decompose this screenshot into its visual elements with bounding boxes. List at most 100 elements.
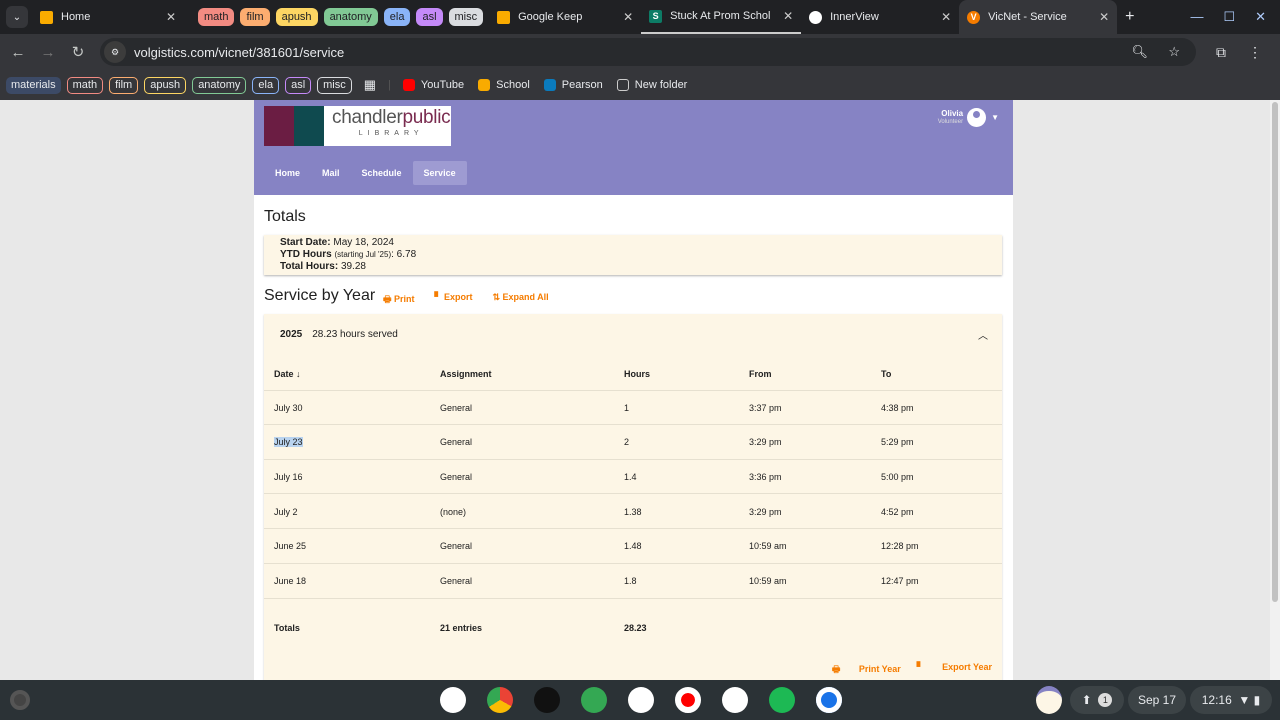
bookmark-star-icon[interactable]: ☆ (1168, 44, 1180, 60)
menu-icon[interactable]: ⋮ (1248, 44, 1262, 61)
new-tab-button[interactable]: + (1125, 8, 1134, 26)
cell: General (440, 437, 473, 448)
expand-all-link[interactable]: ⇅ Expand All (492, 292, 558, 308)
cell: 3:36 pm (749, 471, 782, 482)
page-thumbnail-icon[interactable] (1036, 686, 1062, 714)
cell[interactable]: Date ↓ (274, 369, 301, 379)
play-store-icon[interactable] (722, 687, 748, 713)
tab-search-button[interactable]: ⌄ (6, 6, 28, 28)
tab-group-asl[interactable]: asl (416, 8, 443, 26)
cell: 28.23 (624, 623, 647, 633)
spotify-icon[interactable] (769, 687, 795, 713)
window-close-button[interactable]: ✕ (1255, 9, 1266, 25)
totals-heading: Totals (264, 208, 306, 225)
bookmark-group-ela[interactable]: ela (252, 76, 280, 94)
cell: From (749, 368, 772, 379)
close-icon[interactable]: ✕ (1099, 10, 1109, 24)
back-button[interactable]: ← (3, 44, 33, 61)
bookmark-new-folder[interactable]: New folder (616, 79, 687, 91)
bookmark-group-asl[interactable]: asl (285, 76, 312, 94)
nav-service[interactable]: Service (412, 161, 467, 185)
nav-schedule[interactable]: Schedule (351, 161, 413, 185)
tab-group-math[interactable]: math (198, 8, 235, 26)
cell: General (440, 402, 473, 413)
scrollbar[interactable] (1270, 100, 1280, 680)
nav-mail[interactable]: Mail (311, 161, 351, 185)
tab-vicnet-service[interactable]: V VicNet - Service ✕ (959, 0, 1118, 34)
bookmark-group-math[interactable]: math (66, 76, 104, 94)
tab-group-ela[interactable]: ela (383, 8, 411, 26)
tab-stuck-at-prom[interactable]: S Stuck At Prom Scholar ✕ (641, 0, 802, 34)
bookmark-group-misc[interactable]: misc (317, 76, 352, 94)
forward-button[interactable]: → (33, 44, 63, 61)
youtube-icon (402, 79, 415, 91)
tab-google-keep[interactable]: Google Keep ✕ (489, 0, 641, 34)
tab-group-anatomy[interactable]: anatomy (323, 8, 378, 26)
table-row: July 30 General 1 3:37 pm 4:38 pm (264, 391, 1002, 425)
address-bar[interactable]: ⚙ volgistics.com/vicnet/381601/service 🔍… (100, 38, 1196, 66)
nav-home[interactable]: Home (264, 161, 311, 185)
year-panel-header[interactable]: 2025 28.23 hours served (280, 329, 398, 340)
extensions-icon[interactable]: ⧉ (1216, 44, 1226, 61)
close-icon[interactable]: ✕ (166, 10, 176, 24)
cell: General (440, 576, 473, 586)
cell: 1 (624, 402, 630, 413)
tab-innerview[interactable]: InnerView ✕ (801, 0, 959, 34)
bookmark-school[interactable]: School (478, 79, 530, 91)
bookmark-youtube[interactable]: YouTube (402, 79, 464, 91)
gemini-icon[interactable] (440, 687, 466, 713)
cell: 4:52 pm (881, 506, 914, 517)
bookmark-group-apush[interactable]: apush (144, 76, 187, 94)
apps-icon[interactable] (581, 687, 607, 713)
bookmark-group-anatomy[interactable]: anatomy (192, 76, 247, 94)
close-icon[interactable]: ✕ (941, 10, 951, 24)
user-menu[interactable]: Olivia Volunteer ▼ (938, 108, 999, 127)
print-year-link[interactable]: 🖶 Print Year (832, 662, 901, 678)
table-footer: Totals 21 entries 28.23 (264, 611, 1002, 645)
maximize-button[interactable]: ☐ (1223, 9, 1235, 25)
totals-card: Start Date: May 18, 2024 YTD Hours (star… (264, 235, 1002, 275)
cell: 1.38 (624, 506, 642, 517)
cell: July 16 (274, 471, 303, 482)
bookmark-group-film[interactable]: film (109, 76, 139, 94)
caret-down-icon: ▼ (991, 113, 999, 122)
cell: 1.4 (624, 471, 637, 482)
export-link[interactable]: ▘ Export (435, 292, 483, 308)
tab-group-film[interactable]: film (240, 8, 270, 26)
youtube-icon[interactable] (675, 687, 701, 713)
bookmark-group-materials[interactable]: materials (6, 76, 61, 94)
notification-pill[interactable]: ⬆ 1 (1070, 686, 1124, 714)
cell: To (881, 368, 892, 379)
gmail-icon[interactable] (628, 687, 654, 713)
close-icon[interactable]: ✕ (623, 10, 633, 24)
cell: 21 entries (440, 623, 483, 633)
cell: General (440, 541, 473, 552)
reload-button[interactable]: ↻ (63, 43, 93, 61)
print-link[interactable]: 🖶 Print (383, 292, 425, 308)
tab-home[interactable]: Home ✕ (32, 0, 184, 34)
tab-group-apush[interactable]: apush (275, 8, 318, 26)
minimize-button[interactable]: — (1190, 9, 1203, 25)
cell: Hours (624, 368, 651, 379)
export-year-link[interactable]: ▘ Export Year (917, 662, 992, 678)
apps-icon[interactable]: ▦ (364, 77, 376, 93)
tab-group-misc[interactable]: misc (448, 8, 484, 26)
cell: July 2 (274, 506, 298, 517)
status-tray[interactable]: 12:16 ▼ ▮ (1190, 686, 1272, 714)
bookmark-pearson[interactable]: Pearson (543, 79, 603, 91)
date-pill[interactable]: Sep 17 (1128, 686, 1186, 714)
messages-icon[interactable] (816, 687, 842, 713)
chevron-up-icon[interactable]: ︿ (978, 327, 988, 342)
podcast-icon[interactable] (534, 687, 560, 713)
close-icon[interactable]: ✕ (783, 9, 793, 23)
s-icon: S (649, 9, 663, 23)
cell: 10:59 am (749, 541, 787, 552)
content-column: chandlerpublic LIBRARY Olivia Volunteer ▼ … (254, 100, 1013, 680)
vicnet-icon: V (967, 10, 981, 24)
chrome-icon[interactable] (487, 687, 513, 713)
bookmarks-bar: materials math film apush anatomy ela asl misc … (0, 70, 1280, 100)
launcher-button[interactable] (10, 690, 30, 710)
zoom-icon[interactable]: 🔍︎ (1131, 44, 1148, 60)
site-info-icon[interactable]: ⚙ (104, 41, 126, 63)
site-nav: Home Mail Schedule Service (264, 161, 467, 185)
